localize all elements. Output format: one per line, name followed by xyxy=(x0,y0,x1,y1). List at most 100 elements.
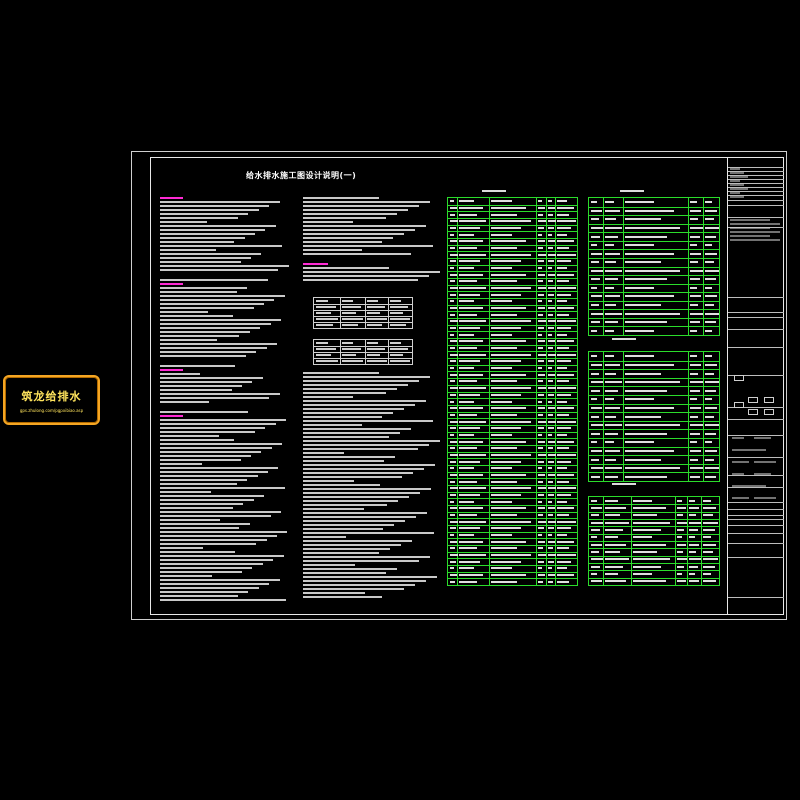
text-line xyxy=(303,225,426,227)
text-line xyxy=(303,576,437,578)
text-line xyxy=(303,201,430,203)
text-line xyxy=(160,503,244,505)
table-cell-text xyxy=(491,280,517,283)
table-cell-text xyxy=(459,473,484,476)
table-cell-text xyxy=(605,521,629,524)
table-cell-text xyxy=(624,475,668,478)
table-row-line xyxy=(448,571,577,573)
title-block xyxy=(727,157,784,615)
table-cell-text xyxy=(459,467,474,470)
table-cell-text xyxy=(491,480,517,483)
table-row-line xyxy=(589,511,719,513)
table-row-line xyxy=(589,240,719,242)
table-cell-text xyxy=(537,487,547,490)
table-cell-text xyxy=(557,580,570,583)
table-cell-text xyxy=(557,313,570,316)
table-row-line xyxy=(448,451,577,453)
table-cell-text xyxy=(537,433,543,436)
table-cell-text xyxy=(591,201,598,204)
table-cell-text xyxy=(459,320,487,323)
title-block-cell xyxy=(730,196,744,198)
table-cell-text xyxy=(705,261,714,264)
table-cell-text xyxy=(491,333,513,336)
text-line xyxy=(160,595,238,597)
title-block-line xyxy=(728,533,784,534)
text-line xyxy=(160,393,280,395)
table-cell-text xyxy=(548,493,554,496)
table-cell-text xyxy=(548,280,553,283)
table-cell-text xyxy=(548,447,553,450)
table-cell-text xyxy=(450,387,458,390)
text-line xyxy=(303,275,429,277)
table-cell-text xyxy=(459,420,487,423)
table-cell-text xyxy=(548,207,555,209)
text-line xyxy=(303,492,421,494)
table-row-line xyxy=(589,360,719,362)
title-block-entry xyxy=(732,461,749,463)
text-line xyxy=(303,588,404,590)
table-caption xyxy=(620,190,644,192)
table-cell-text xyxy=(459,433,474,436)
table-cell-text xyxy=(537,300,543,303)
table-cell-text xyxy=(557,227,572,230)
table-row-line xyxy=(448,458,577,460)
table-cell-text xyxy=(537,580,544,583)
table-cell-text xyxy=(537,293,545,296)
table-cell-text xyxy=(450,453,458,456)
title-block-cell xyxy=(730,184,744,186)
table-row-line xyxy=(448,378,577,380)
text-line xyxy=(160,435,219,437)
table-cell-text xyxy=(557,393,572,396)
table-cell-text xyxy=(557,367,567,370)
table-cell-text xyxy=(342,354,356,356)
text-line xyxy=(160,423,276,425)
table-cell-text xyxy=(689,381,704,384)
table-cell-text xyxy=(491,207,527,209)
table-cell-text xyxy=(557,353,576,356)
table-cell-text xyxy=(548,247,553,250)
text-line xyxy=(303,213,397,215)
table-cell-text xyxy=(605,432,618,435)
table-cell-text xyxy=(366,324,383,326)
text-line xyxy=(160,385,242,387)
text-line xyxy=(303,548,390,550)
table-cell-text xyxy=(605,580,626,583)
table-row-line xyxy=(448,411,577,413)
table-row-line xyxy=(448,511,577,513)
text-line xyxy=(160,249,216,251)
table-cell-text xyxy=(705,355,713,358)
table-cell-text xyxy=(605,514,621,517)
table-cell-text xyxy=(624,244,655,247)
table-cell-text xyxy=(705,372,714,375)
text-line xyxy=(303,241,382,243)
table-cell-text xyxy=(537,307,546,310)
table-col-line xyxy=(603,497,605,585)
table-cell-text xyxy=(689,329,697,332)
table-cell-text xyxy=(557,307,574,310)
table-cell-text xyxy=(624,295,674,298)
table-cell-text xyxy=(491,260,522,263)
table-cell-text xyxy=(390,324,406,326)
title-block-entry xyxy=(754,449,766,451)
table-cell-text xyxy=(366,354,380,356)
table-cell-text xyxy=(537,560,545,563)
table-row-line xyxy=(448,564,577,566)
title-block-line xyxy=(728,312,784,313)
table-cell-text xyxy=(450,240,457,243)
table-cell-text xyxy=(624,312,681,315)
table-cell-text xyxy=(450,513,455,516)
text-line xyxy=(160,487,285,489)
text-line xyxy=(160,351,257,353)
text-line xyxy=(303,209,408,211)
table-cell-text xyxy=(605,543,626,546)
text-line xyxy=(160,295,285,297)
table-cell-text xyxy=(624,458,661,461)
table-cell-text xyxy=(632,565,662,568)
text-line xyxy=(160,229,266,231)
table-cell-text xyxy=(491,407,527,410)
table-row-line xyxy=(448,471,577,473)
table-cell-text xyxy=(491,413,517,416)
table-cell-text xyxy=(491,533,513,536)
table-cell-text xyxy=(557,380,570,383)
table-cell-text xyxy=(624,321,668,324)
